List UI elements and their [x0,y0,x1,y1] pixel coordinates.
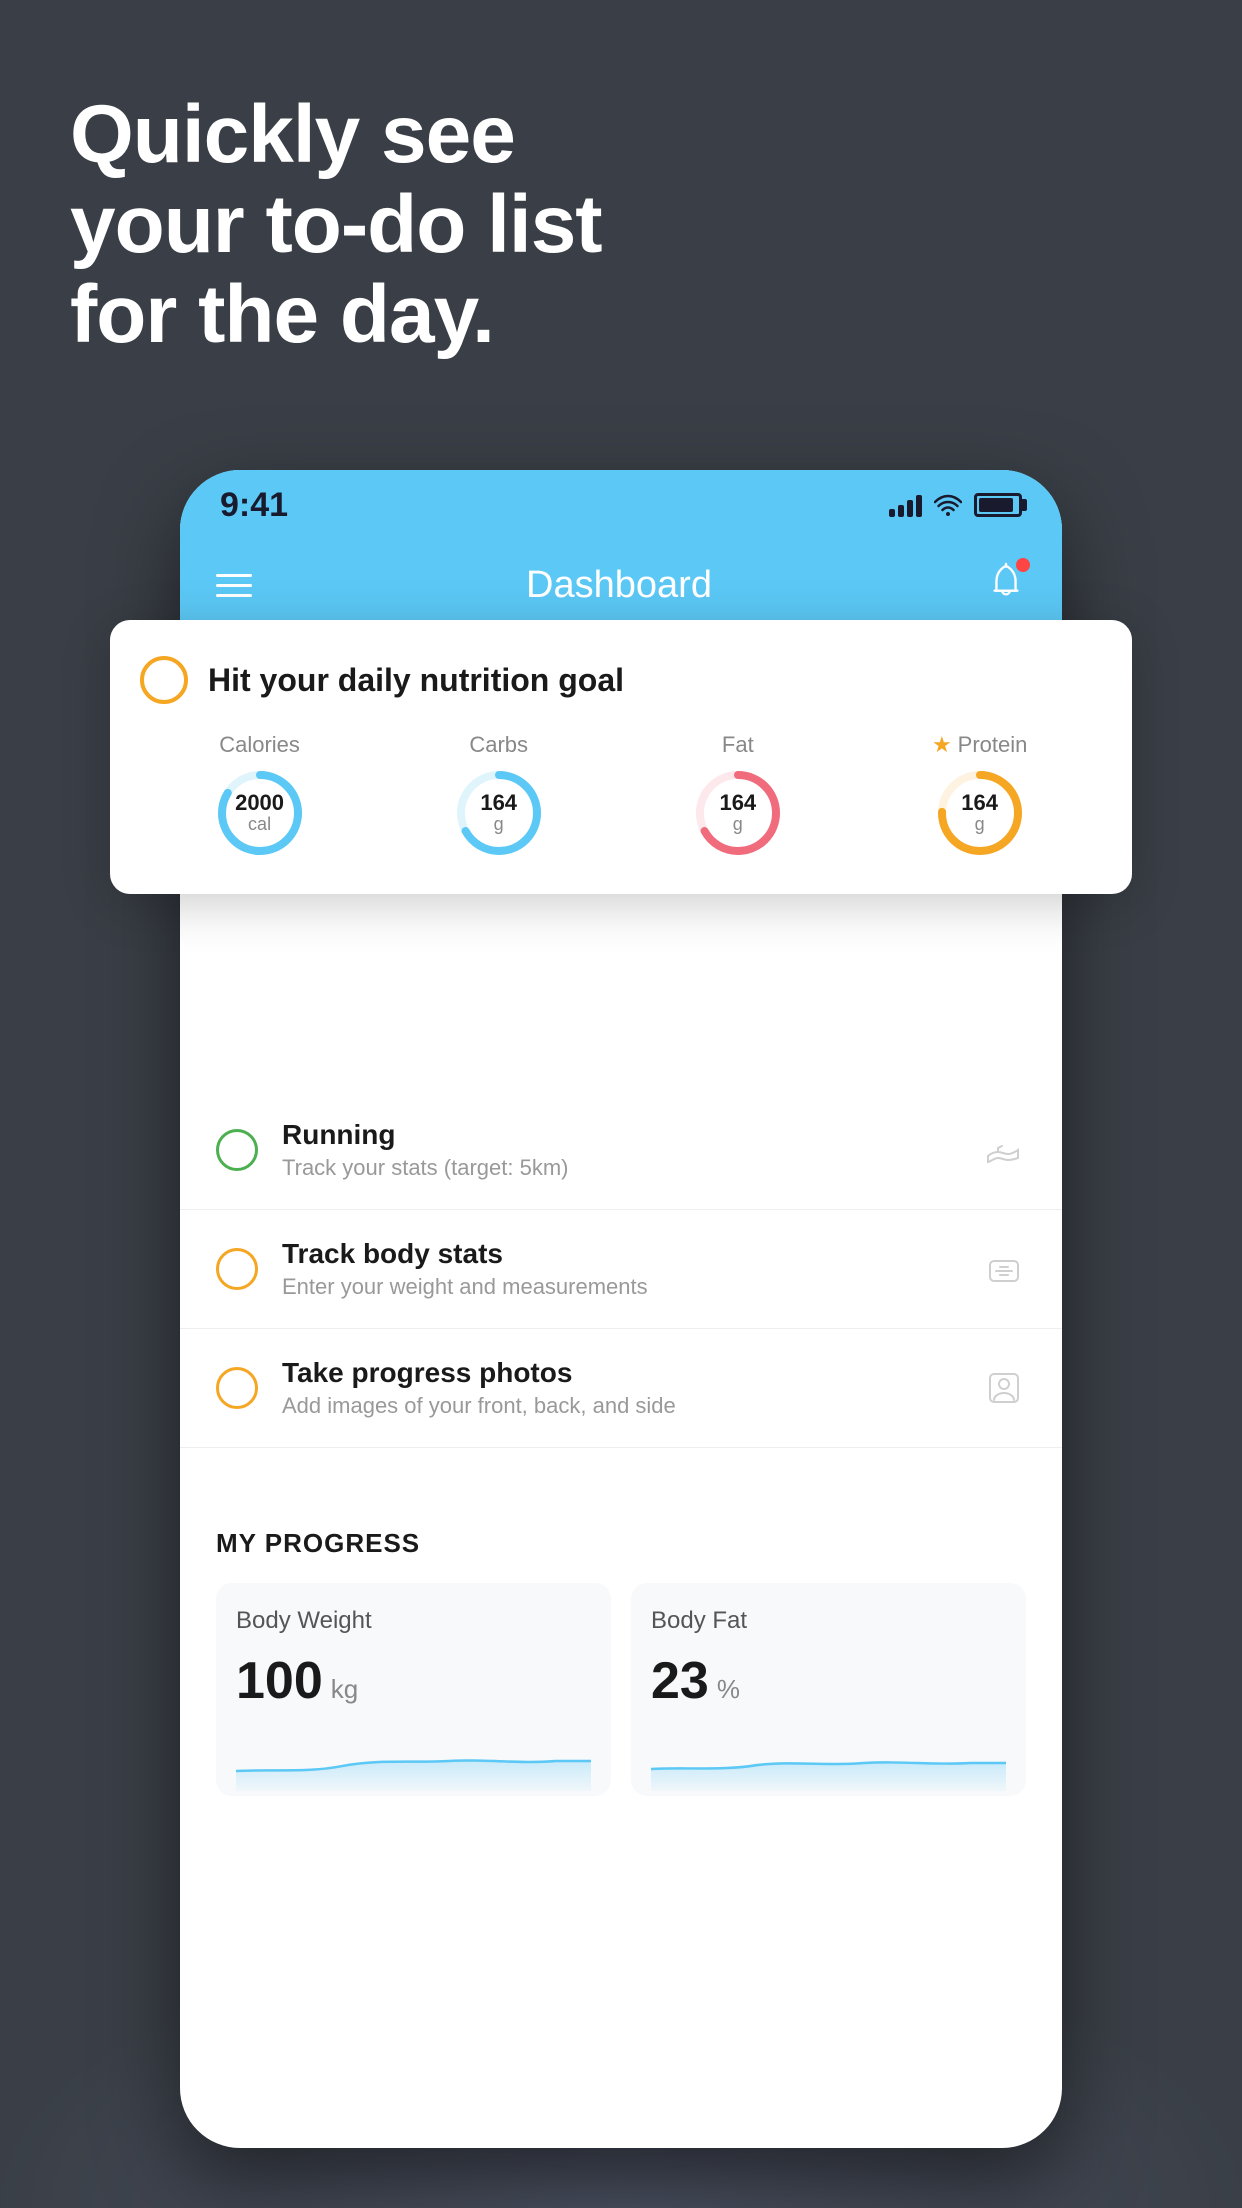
headline-text: Quickly see your to-do list for the day. [70,90,1172,361]
shoe-icon [982,1128,1026,1172]
card-header: Hit your daily nutrition goal [140,656,1102,704]
phone-top: 9:41 [180,470,1062,630]
todo-list: Running Track your stats (target: 5km) T… [180,1091,1062,1448]
goal-title: Hit your daily nutrition goal [208,662,624,699]
progress-cards: Body Weight 100 kg [216,1583,1026,1796]
carbs-unit: g [480,815,517,835]
goal-checkbox[interactable] [140,656,188,704]
fat-unit: g [719,815,756,835]
progress-section: MY PROGRESS Body Weight 100 kg [180,1498,1062,1826]
body-fat-card[interactable]: Body Fat 23 % [631,1583,1026,1796]
notification-button[interactable] [986,562,1026,609]
protein-star-icon: ★ [932,732,952,758]
progress-title: MY PROGRESS [216,1528,1026,1559]
carbs-label: Carbs [469,732,528,758]
notification-dot [1016,558,1030,572]
todo-subtitle-photos: Add images of your front, back, and side [282,1393,958,1419]
carbs-ring: 164 g [454,768,544,858]
signal-icon [889,493,922,517]
todo-text-photos: Take progress photos Add images of your … [282,1357,958,1419]
status-icons [889,493,1022,517]
battery-icon [974,493,1022,517]
calories-ring: 2000 cal [215,768,305,858]
todo-circle-body-stats [216,1248,258,1290]
app-title: Dashboard [526,564,712,607]
protein-unit: g [961,815,998,835]
fat-value: 164 [719,791,756,815]
status-bar: 9:41 [180,470,1062,540]
app-header: Dashboard [180,540,1062,630]
carbs-value: 164 [480,791,517,815]
todo-text-body-stats: Track body stats Enter your weight and m… [282,1238,958,1300]
protein-value: 164 [961,791,998,815]
wifi-icon [934,494,962,516]
todo-title-body-stats: Track body stats [282,1238,958,1270]
menu-button[interactable] [216,574,252,597]
nutrition-protein: ★ Protein 164 g [932,732,1027,858]
nutrition-calories: Calories 2000 cal [215,732,305,858]
todo-subtitle-running: Track your stats (target: 5km) [282,1155,958,1181]
person-icon [982,1366,1026,1410]
body-fat-sparkline [651,1731,1006,1791]
body-fat-value-row: 23 % [651,1651,1006,1711]
status-time: 9:41 [220,486,288,525]
fat-label: Fat [722,732,754,758]
body-weight-sparkline [236,1731,591,1791]
nutrition-row: Calories 2000 cal Carbs [140,732,1102,858]
calories-label: Calories [219,732,300,758]
body-fat-unit: % [717,1674,740,1705]
todo-item-body-stats[interactable]: Track body stats Enter your weight and m… [180,1210,1062,1329]
scale-icon [982,1247,1026,1291]
todo-item-running[interactable]: Running Track your stats (target: 5km) [180,1091,1062,1210]
todo-circle-running [216,1129,258,1171]
body-weight-unit: kg [331,1674,358,1705]
nutrition-carbs: Carbs 164 g [454,732,544,858]
fat-ring: 164 g [693,768,783,858]
body-weight-value: 100 [236,1651,323,1711]
todo-circle-photos [216,1367,258,1409]
calories-unit: cal [235,815,284,835]
headline: Quickly see your to-do list for the day. [70,90,1172,361]
body-weight-card[interactable]: Body Weight 100 kg [216,1583,611,1796]
floating-nutrition-card: Hit your daily nutrition goal Calories 2… [110,620,1132,894]
body-fat-label: Body Fat [651,1607,1006,1635]
protein-label: ★ Protein [932,732,1027,758]
body-weight-value-row: 100 kg [236,1651,591,1711]
todo-title-photos: Take progress photos [282,1357,958,1389]
todo-item-photos[interactable]: Take progress photos Add images of your … [180,1329,1062,1448]
body-weight-label: Body Weight [236,1607,591,1635]
todo-subtitle-body-stats: Enter your weight and measurements [282,1274,958,1300]
nutrition-fat: Fat 164 g [693,732,783,858]
todo-text-running: Running Track your stats (target: 5km) [282,1119,958,1181]
calories-value: 2000 [235,791,284,815]
todo-title-running: Running [282,1119,958,1151]
body-fat-value: 23 [651,1651,709,1711]
protein-ring: 164 g [935,768,1025,858]
